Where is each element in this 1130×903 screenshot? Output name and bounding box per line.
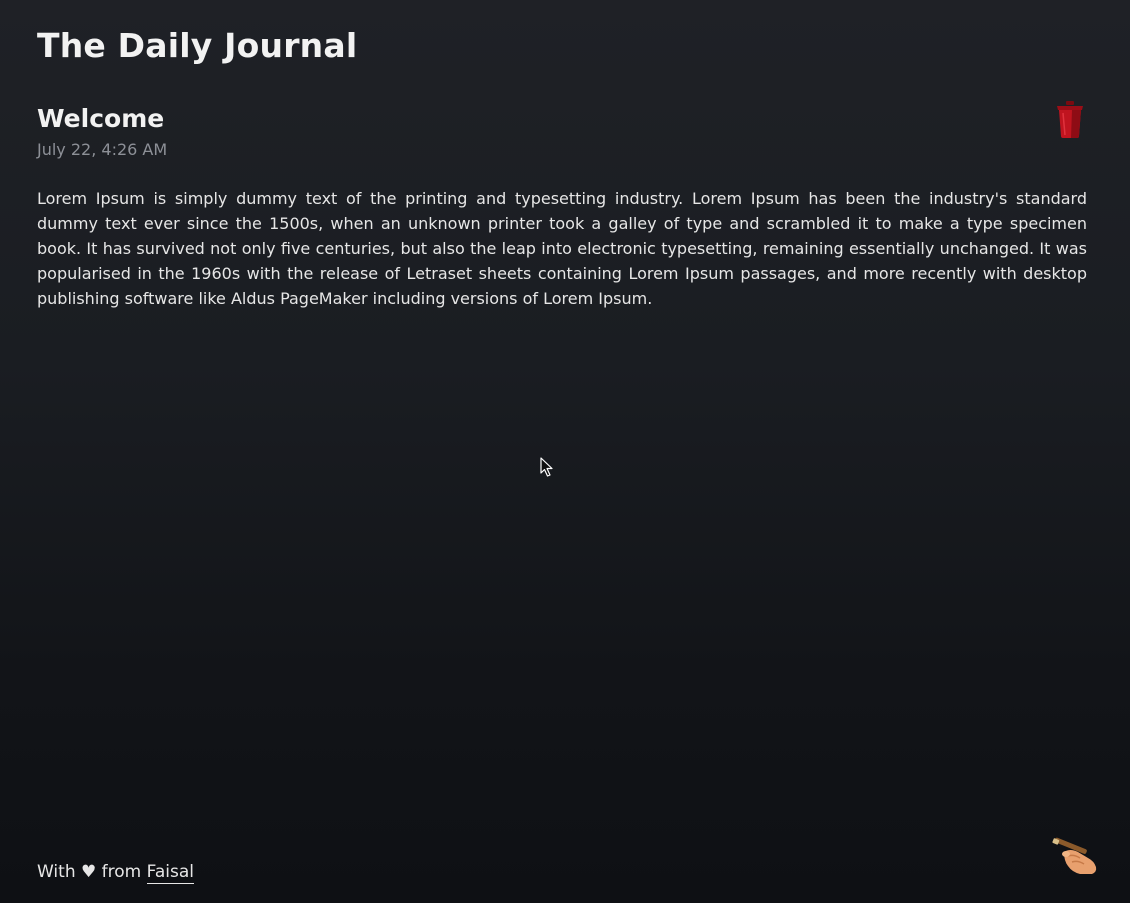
entry-body: Lorem Ipsum is simply dummy text of the … [37, 189, 1087, 308]
journal-entry: Welcome July 22, 4:26 AM Lorem Ipsum is … [37, 102, 1087, 311]
entry-title: Welcome [37, 104, 165, 133]
footer-prefix: With [37, 862, 76, 882]
trash-icon [1057, 101, 1083, 138]
app-title: The Daily Journal [37, 26, 358, 65]
compose-entry-button[interactable] [1050, 834, 1100, 878]
mouse-cursor-icon [540, 457, 553, 477]
heart-icon: ♥ [81, 862, 97, 882]
author-link[interactable]: Faisal [146, 862, 194, 884]
entry-date: July 22, 4:26 AM [37, 140, 168, 159]
writing-hand-icon [1052, 837, 1097, 874]
footer-middle: from [101, 862, 142, 882]
footer-credit: With ♥ from Faisal [37, 860, 194, 884]
delete-entry-button[interactable] [1054, 100, 1086, 140]
